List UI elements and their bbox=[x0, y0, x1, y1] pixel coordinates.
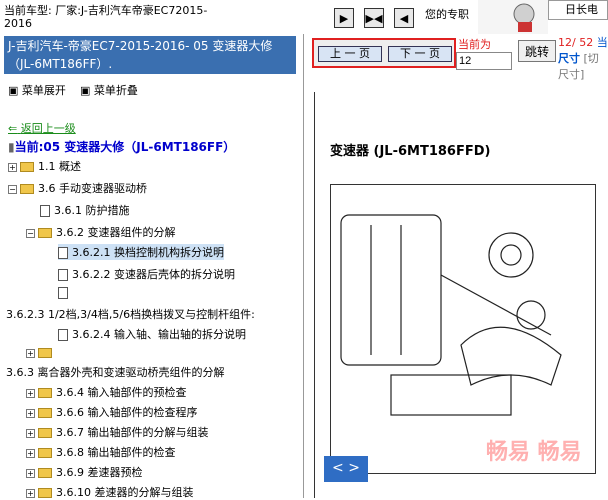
collapse-all-label: 菜单折叠 bbox=[93, 84, 138, 97]
expand-toggle-icon[interactable]: + bbox=[8, 162, 17, 172]
collapse-toggle-icon[interactable]: − bbox=[26, 228, 35, 238]
expand-toggle-icon[interactable]: + bbox=[26, 448, 35, 458]
folder-icon bbox=[20, 184, 34, 194]
tree-item[interactable]: − 3.6 手动变速器驱动桥 bbox=[8, 180, 147, 196]
page-number-input[interactable] bbox=[456, 52, 512, 70]
document-icon bbox=[58, 329, 68, 341]
tree-label: 3.6.2.4 输入轴、输出轴的拆分说明 bbox=[72, 328, 246, 341]
tree-item[interactable]: +3.6.4 输入轴部件的预检查 bbox=[26, 384, 187, 400]
next-page-button[interactable]: 下 一 页 bbox=[388, 46, 452, 62]
expand-toggle-icon[interactable]: + bbox=[26, 348, 35, 358]
expand-all-link[interactable]: ▣ 菜单展开 bbox=[8, 82, 66, 98]
tree-item[interactable]: +3.6.8 输出轴部件的检查 bbox=[26, 444, 176, 460]
tree-label: 3.6.10 差速器的分解与组装 bbox=[56, 486, 194, 499]
nav-forward-button[interactable]: ▶ bbox=[334, 8, 354, 28]
welcome-text: 您的专职 bbox=[425, 8, 469, 21]
folder-icon bbox=[20, 162, 34, 172]
db-icon: ▮ bbox=[8, 140, 15, 154]
folder-icon bbox=[38, 448, 52, 458]
tree-label: 3.6.4 输入轴部件的预检查 bbox=[56, 386, 187, 399]
tree-label: 3.6.2.3 1/2档,3/4档,5/6档换档拨叉与控制杆组件: bbox=[6, 308, 255, 321]
tree-item[interactable]: 3.6.2.2 变速器后壳体的拆分说明 bbox=[58, 266, 235, 282]
folder-icon bbox=[38, 468, 52, 478]
size-label-2: 尺寸] bbox=[558, 68, 585, 81]
top-bar: 当前车型: 厂家:J-吉利汽车帝豪EC72015- 2016 ▶ ▶◀ ◀ 您的… bbox=[0, 0, 608, 34]
tree-item[interactable]: − 3.6.2 变速器组件的分解 bbox=[26, 224, 176, 240]
right-panel: 上 一 页 下 一 页 当前为 跳转 12/ 52 当 尺寸 [切 尺寸] 变速… bbox=[304, 34, 608, 498]
tree-item[interactable] bbox=[58, 286, 72, 299]
chat-box[interactable]: 日长电 bbox=[548, 0, 608, 20]
gearbox-diagram bbox=[330, 184, 596, 474]
nav-toggle-button[interactable]: ▶◀ bbox=[364, 8, 384, 28]
tree-item[interactable]: +3.6.9 差速器预检 bbox=[26, 464, 143, 480]
document-title: J-吉利汽车-帝豪EC7-2015-2016- 05 变速器大修（JL-6MT1… bbox=[4, 36, 296, 74]
folder-icon bbox=[38, 488, 52, 498]
page-total: 12/ 52 bbox=[558, 36, 594, 49]
page-count: 12/ 52 当 尺寸 [切 尺寸] bbox=[558, 34, 608, 82]
jump-button[interactable]: 跳转 bbox=[518, 40, 556, 62]
current-label: 当前:05 变速器大修（JL-6MT186FF） bbox=[14, 140, 236, 154]
pager-nav: 上 一 页 下 一 页 bbox=[312, 38, 456, 68]
expand-toggle-icon[interactable]: + bbox=[26, 408, 35, 418]
expand-toggle-icon[interactable]: + bbox=[26, 488, 35, 498]
left-panel: J-吉利汽车-帝豪EC7-2015-2016- 05 变速器大修（JL-6MT1… bbox=[0, 34, 304, 499]
mascot-icon bbox=[513, 3, 535, 32]
document-icon bbox=[40, 205, 50, 217]
tree-label: 3.6 手动变速器驱动桥 bbox=[38, 182, 147, 195]
page-arrow-button[interactable]: < > bbox=[324, 456, 368, 482]
document-icon bbox=[58, 247, 68, 259]
current-section: ▮当前:05 变速器大修（JL-6MT186FF） bbox=[8, 138, 235, 155]
car-type-label: 当前车型: 厂家:J-吉利汽车帝豪EC72015- 2016 bbox=[4, 4, 264, 30]
prev-page-button[interactable]: 上 一 页 bbox=[318, 46, 382, 62]
car-type-line2: 2016 bbox=[4, 17, 32, 30]
watermark: 畅易 畅易 bbox=[486, 440, 582, 465]
tree-label: 3.6.1 防护措施 bbox=[54, 204, 130, 217]
collapse-all-link[interactable]: ▣ 菜单折叠 bbox=[80, 82, 138, 98]
expand-all-label: 菜单展开 bbox=[21, 84, 66, 97]
tree-item[interactable]: 3.6.3 离合器外壳和变速驱动桥壳组件的分解 bbox=[6, 364, 224, 380]
collapse-toggle-icon[interactable]: − bbox=[8, 184, 17, 194]
nav-back-button[interactable]: ◀ bbox=[394, 8, 414, 28]
tree-item[interactable]: + bbox=[26, 346, 56, 359]
tree-item[interactable]: 3.6.2.4 输入轴、输出轴的拆分说明 bbox=[58, 326, 246, 342]
expand-toggle-icon[interactable]: + bbox=[26, 428, 35, 438]
mascot-logo bbox=[478, 0, 548, 34]
tree-item[interactable]: 3.6.1 防护措施 bbox=[40, 202, 130, 218]
tree-label: 3.6.8 输出轴部件的检查 bbox=[56, 446, 176, 459]
tree-item-selected[interactable]: 3.6.2.1 换档控制机构拆分说明 bbox=[58, 244, 224, 260]
current-page-label: 当前为 bbox=[458, 38, 491, 51]
back-link[interactable]: ⇐ 返回上一级 bbox=[8, 120, 76, 136]
car-type-line1: 当前车型: 厂家:J-吉利汽车帝豪EC72015- bbox=[4, 4, 208, 17]
tree-label: 3.6.2.2 变速器后壳体的拆分说明 bbox=[72, 268, 235, 281]
tree-label: 3.6.6 输入轴部件的检查程序 bbox=[56, 406, 198, 419]
document-icon bbox=[58, 269, 68, 281]
tree-item[interactable]: +1.1 概述 bbox=[8, 158, 81, 174]
tree-item[interactable]: 3.6.2.3 1/2档,3/4档,5/6档换档拨叉与控制杆组件: bbox=[6, 306, 298, 322]
back-label: 返回上一级 bbox=[20, 122, 76, 135]
size-bracket: [切 bbox=[583, 52, 599, 65]
tree-label: 3.6.7 输出轴部件的分解与组装 bbox=[56, 426, 209, 439]
folder-icon bbox=[38, 408, 52, 418]
tree-label: 3.6.9 差速器预检 bbox=[56, 466, 143, 479]
tree-label: 1.1 概述 bbox=[38, 160, 81, 173]
document-icon bbox=[58, 287, 68, 299]
folder-icon bbox=[38, 228, 52, 238]
tree-label: 3.6.2.1 换档控制机构拆分说明 bbox=[72, 246, 224, 259]
page-current-hint: 当 bbox=[596, 36, 608, 49]
folder-icon bbox=[38, 388, 52, 398]
folder-icon bbox=[38, 348, 52, 358]
section-title: 变速器 (JL-6MT186FFD) bbox=[330, 144, 491, 159]
size-label: 尺寸 bbox=[558, 52, 580, 65]
tree-label: 3.6.2 变速器组件的分解 bbox=[56, 226, 176, 239]
expand-toggle-icon[interactable]: + bbox=[26, 388, 35, 398]
diagram-drawing bbox=[340, 214, 562, 416]
folder-icon bbox=[38, 428, 52, 438]
tree-item[interactable]: +3.6.6 输入轴部件的检查程序 bbox=[26, 404, 198, 420]
tree-label: 3.6.3 离合器外壳和变速驱动桥壳组件的分解 bbox=[6, 366, 225, 379]
back-arrow-icon: ⇐ bbox=[8, 122, 18, 135]
tree-item[interactable]: +3.6.7 输出轴部件的分解与组装 bbox=[26, 424, 209, 440]
expand-toggle-icon[interactable]: + bbox=[26, 468, 35, 478]
